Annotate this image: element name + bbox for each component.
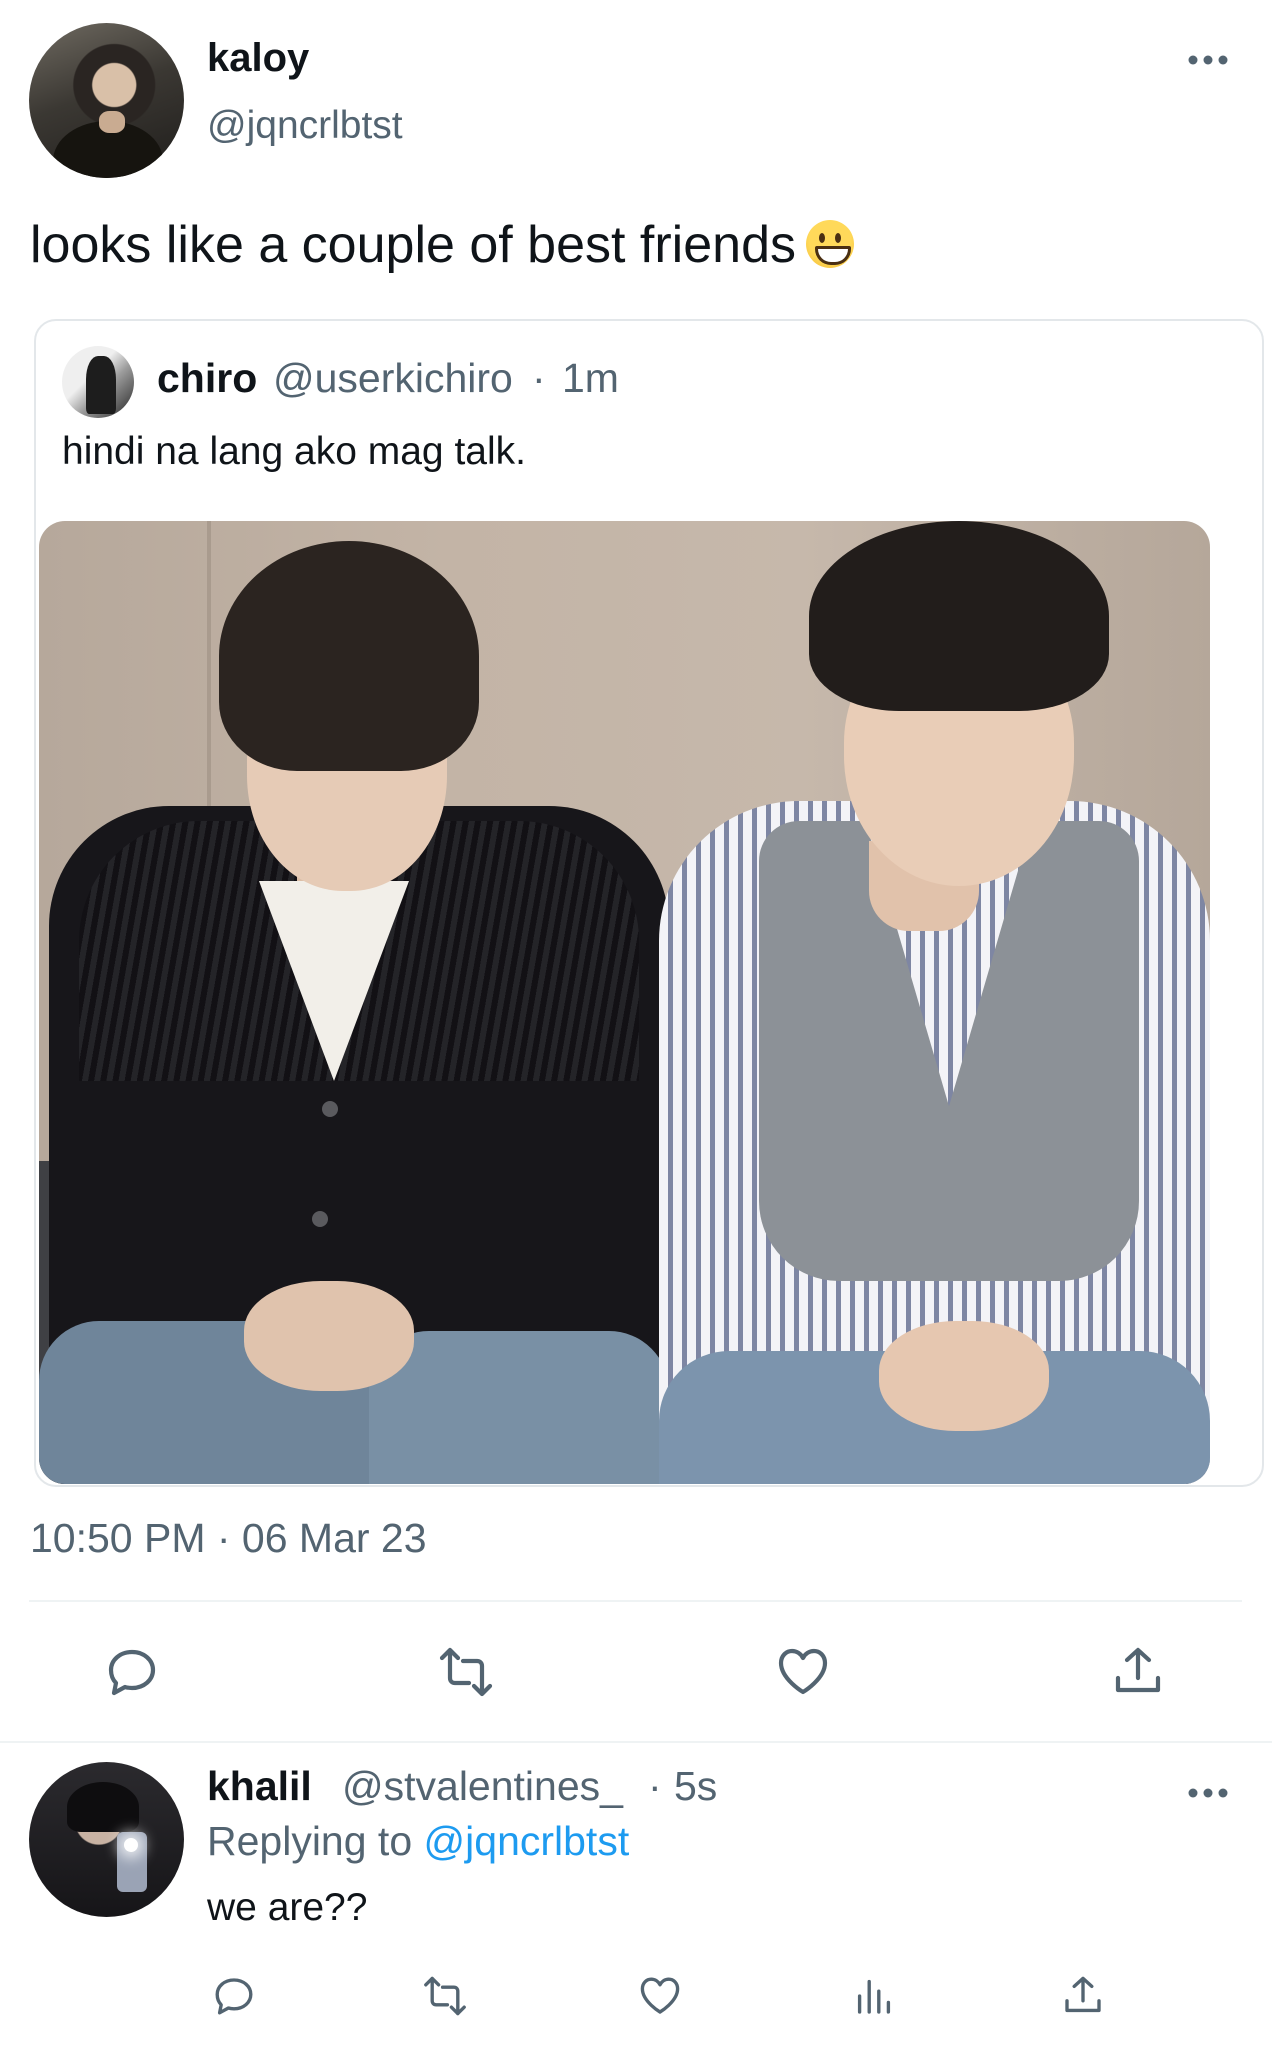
author-handle[interactable]: @jqncrlbtst: [207, 104, 403, 148]
reply-share-button[interactable]: [1055, 1968, 1111, 2024]
reply-separator: ·: [648, 1763, 662, 1809]
reply-like-button[interactable]: [632, 1968, 688, 2024]
more-horizontal-icon: [1188, 55, 1228, 65]
reply-icon: [215, 1978, 253, 2015]
replying-to-label: Replying to: [207, 1818, 413, 1864]
reply-author-avatar[interactable]: [29, 1762, 184, 1917]
quoted-tweet-photo[interactable]: [39, 521, 1210, 1484]
reply-time-ago[interactable]: 5s: [674, 1763, 717, 1810]
share-button[interactable]: [1103, 1637, 1173, 1707]
divider: [0, 1741, 1272, 1743]
reply-author-handle[interactable]: @stvalentines_: [342, 1763, 623, 1810]
retweet-icon: [439, 1647, 493, 1697]
more-horizontal-icon: [1188, 1788, 1228, 1798]
retweet-icon: [424, 1976, 466, 2016]
reply-author-name[interactable]: khalil: [207, 1763, 312, 1810]
quoted-time-ago: 1m: [562, 355, 619, 401]
share-icon: [1065, 1976, 1101, 2013]
author-display-name[interactable]: kaloy: [207, 36, 309, 81]
like-icon: [640, 1977, 680, 2014]
like-icon: [778, 1648, 828, 1695]
retweet-button[interactable]: [431, 1637, 501, 1707]
tweet-timestamp[interactable]: 10:50 PM · 06 Mar 23: [30, 1515, 427, 1562]
views-icon: [857, 1979, 891, 2014]
tweet-text: looks like a couple of best friends: [30, 215, 854, 275]
grinning-face-emoji-icon: [805, 220, 854, 268]
quoted-tweet-text: hindi na lang ako mag talk.: [62, 430, 526, 473]
reply-icon: [108, 1649, 156, 1696]
reply-reply-button[interactable]: [206, 1968, 262, 2024]
quoted-author-name: chiro: [157, 355, 258, 401]
divider: [29, 1600, 1242, 1602]
quoted-author-avatar: [62, 346, 134, 418]
reply-views-button[interactable]: [846, 1968, 902, 2024]
tweet-text-content: looks like a couple of best friends: [30, 216, 796, 274]
replying-to-line: Replying to @jqncrlbtst: [207, 1818, 629, 1865]
quoted-separator: ·: [532, 355, 546, 401]
author-avatar[interactable]: [29, 23, 184, 178]
replying-to-mention-link[interactable]: @jqncrlbtst: [424, 1818, 630, 1864]
share-icon: [1115, 1647, 1161, 1693]
reply-tweet-text: we are??: [207, 1886, 368, 1929]
quoted-author-handle: @userkichiro: [273, 355, 513, 401]
more-options-button[interactable]: [1186, 48, 1230, 72]
reply-retweet-button[interactable]: [417, 1968, 473, 2024]
like-button[interactable]: [768, 1637, 838, 1707]
reply-more-options-button[interactable]: [1186, 1781, 1230, 1805]
reply-button[interactable]: [97, 1637, 167, 1707]
